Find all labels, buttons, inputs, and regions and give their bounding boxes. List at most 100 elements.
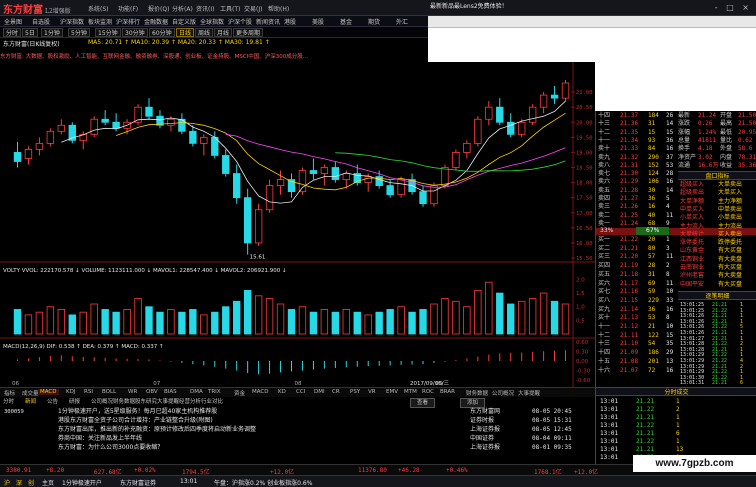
- news-subtab[interactable]: 公告: [47, 398, 58, 406]
- candle-body[interactable]: [331, 167, 340, 180]
- nav-item[interactable]: 沪深个股: [228, 17, 252, 26]
- candle-body[interactable]: [364, 176, 372, 183]
- candle-body[interactable]: [243, 197, 252, 244]
- period-button[interactable]: 60分钟: [149, 28, 175, 37]
- nav-item[interactable]: 外汇: [396, 17, 408, 26]
- menu-quote[interactable]: 报价(Q): [148, 4, 169, 13]
- status-item[interactable]: 1分钟极速开户: [62, 478, 102, 487]
- indicator-tab[interactable]: BRAR: [438, 389, 457, 395]
- candle-body[interactable]: [298, 170, 307, 193]
- period-button[interactable]: 分时: [3, 28, 22, 37]
- status-item[interactable]: 东方财富证券: [120, 478, 156, 487]
- candle-body[interactable]: [57, 124, 66, 132]
- candle-body[interactable]: [222, 155, 230, 174]
- candle-body[interactable]: [539, 94, 548, 108]
- candle-body[interactable]: [474, 118, 482, 144]
- indicator-tab[interactable]: KD: [276, 389, 288, 395]
- nav-item[interactable]: 全球指数: [200, 17, 224, 26]
- menu-analysis[interactable]: 分析(A): [172, 4, 193, 13]
- index-value[interactable]: 11376.80: [358, 467, 387, 474]
- indicator-tab[interactable]: 资金: [232, 389, 247, 397]
- candle-body[interactable]: [276, 179, 285, 187]
- nav-item[interactable]: 美股: [312, 17, 324, 26]
- indicator-tab[interactable]: KDJ: [64, 389, 77, 395]
- indicator-row[interactable]: 超级卖出 大单买入: [678, 189, 756, 197]
- indicator-row[interactable]: 云南铜业 有大买盘: [678, 264, 756, 272]
- indicator-tab[interactable]: TRIX: [206, 389, 223, 395]
- chart-canvas[interactable]: 21.00 20.50 20.00 19.50 19.00 18.50 18.00 17.50…: [0, 62, 595, 387]
- indicator-tab[interactable]: CCI: [294, 389, 307, 395]
- window-controls[interactable]: - □ ×: [715, 3, 752, 12]
- indicator-row[interactable]: 主力流入 主力流出: [678, 223, 756, 231]
- indicator-tab[interactable]: 财务数据: [464, 389, 490, 397]
- status-item[interactable]: 午盘：沪指涨0.2% 创业板指涨0.6%: [214, 478, 312, 487]
- nav-item[interactable]: 全景图: [4, 17, 22, 26]
- menu-tools[interactable]: 工具(T): [220, 4, 240, 13]
- nav-item[interactable]: 期货: [368, 17, 380, 26]
- status-item[interactable]: 创: [28, 478, 34, 487]
- nav-item[interactable]: 自选股: [32, 17, 50, 26]
- candle-body[interactable]: [386, 185, 394, 196]
- nav-item[interactable]: 板块监测: [88, 17, 112, 26]
- candle-body[interactable]: [90, 118, 98, 135]
- status-item[interactable]: 13:01: [180, 478, 197, 485]
- candle-body[interactable]: [265, 185, 274, 211]
- menu-system[interactable]: 系统(S): [88, 4, 109, 13]
- indicator-tab[interactable]: DMI: [312, 389, 327, 395]
- menu-help[interactable]: 帮助(H): [268, 4, 289, 13]
- menu-info[interactable]: 资讯(I): [196, 4, 214, 13]
- news-row[interactable]: 东方财富出库，推出新的补充融资：原预计修改后四季度将启动新业务调整 上海证券报 08…: [0, 426, 595, 434]
- indicator-tab[interactable]: ROC: [420, 389, 436, 395]
- news-title[interactable]: 1分钟极速开户，送5星级服务！每月已超40家主机构推荐股: [58, 408, 217, 416]
- nav-item[interactable]: 港股: [284, 17, 296, 26]
- candle-body[interactable]: [46, 130, 55, 144]
- indicator-tab[interactable]: 大事提醒: [516, 389, 542, 397]
- indicator-tab[interactable]: MTM: [402, 389, 419, 395]
- indicator-tab[interactable]: BOLL: [100, 389, 118, 395]
- candle-body[interactable]: [496, 106, 504, 123]
- indicator-tab[interactable]: MACD: [250, 389, 271, 395]
- status-item[interactable]: 主页: [42, 478, 54, 487]
- indicator-row[interactable]: 中国平安 有大买盘: [678, 281, 756, 289]
- period-button[interactable]: 1分钟: [41, 28, 63, 37]
- news-row[interactable]: 东方财富：为什么公司3000点要收缩？ 上海证券报 08-01 09:35: [0, 444, 595, 452]
- period-button[interactable]: 15分钟: [95, 28, 121, 37]
- indicator-tab[interactable]: EMV: [384, 389, 400, 395]
- news-title[interactable]: 券商中国：关注新品发上半年线: [58, 435, 142, 443]
- period-button[interactable]: 30分钟: [122, 28, 148, 37]
- news-subtab[interactable]: 公司概况: [91, 398, 113, 406]
- index-value[interactable]: 3380.91: [6, 467, 31, 474]
- news-subtab[interactable]: 财务数据: [113, 398, 135, 406]
- period-button[interactable]: 5分钟: [68, 28, 90, 37]
- news-title[interactable]: 东方财富：为什么公司3000点要收缩？: [58, 444, 163, 452]
- indicator-tab[interactable]: WR: [126, 389, 139, 395]
- period-button[interactable]: 5日: [22, 28, 38, 37]
- indicator-tab[interactable]: DMA: [188, 389, 205, 395]
- indicator-row[interactable]: 大单净额 主力净额: [678, 198, 756, 206]
- indicator-tab[interactable]: BIAS: [162, 389, 179, 395]
- nav-item[interactable]: 自定义版: [172, 17, 196, 26]
- indicator-row[interactable]: 中单买入 中单卖出: [678, 206, 756, 214]
- candle-body[interactable]: [452, 152, 460, 168]
- candle-body[interactable]: [342, 173, 350, 180]
- candle-body[interactable]: [397, 179, 405, 196]
- ad-banner[interactable]: 最新新品最Lens2免费体验！: [430, 1, 508, 10]
- indicator-row[interactable]: 泸州老窖 有大卖盘: [678, 272, 756, 280]
- menu-function[interactable]: 功能(F): [118, 4, 138, 13]
- candle-body[interactable]: [463, 142, 471, 153]
- status-item[interactable]: 沪: [4, 478, 10, 487]
- candle-body[interactable]: [517, 121, 526, 135]
- nav-item[interactable]: 沪深排行: [116, 17, 140, 26]
- indicator-tab[interactable]: VR: [366, 389, 378, 395]
- news-row[interactable]: 300059 1分钟极速开户，送5星级服务！每月已超40家主机构推荐股 东方财富网 0…: [0, 408, 595, 416]
- news-subtab[interactable]: 分时: [3, 398, 14, 406]
- indicator-tab[interactable]: MACD: [38, 389, 59, 395]
- status-item[interactable]: 深: [16, 478, 22, 487]
- nav-item[interactable]: 金融数据: [144, 17, 168, 26]
- news-row[interactable]: 券商中国：关注新品发上半年线 中国证券 08-04 09:11: [0, 435, 595, 443]
- view-button[interactable]: 查看: [410, 398, 436, 408]
- candle-body[interactable]: [101, 118, 109, 123]
- indicator-row[interactable]: 大单统计 买入卖出: [678, 231, 756, 239]
- candle-body[interactable]: [528, 106, 537, 123]
- candle-body[interactable]: [320, 167, 329, 174]
